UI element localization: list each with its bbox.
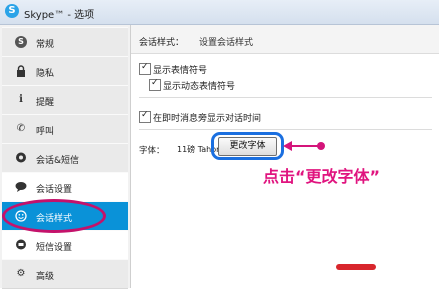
- title-bar: S Skype™ - 选项: [0, 0, 439, 25]
- checkbox-label: 在即时消息旁显示对话时间: [153, 114, 262, 124]
- sidebar-item-advanced[interactable]: ⚙ 高级: [2, 259, 128, 289]
- sms-icon: [15, 239, 27, 251]
- sidebar-item-notifications[interactable]: i 提醒: [2, 85, 128, 115]
- page-subtitle: 设置会话样式: [199, 38, 254, 48]
- arrow-line: [291, 145, 319, 147]
- show-timestamps-checkbox[interactable]: [139, 110, 151, 123]
- page-title: 会话样式：: [139, 38, 185, 48]
- sidebar-item-label: 常规: [36, 40, 55, 50]
- skype-logo-icon: S: [5, 4, 19, 18]
- annotation-text: 点击“更改字体”: [263, 167, 381, 186]
- window-title: Skype™ - 选项: [24, 10, 95, 21]
- skype-icon: S: [15, 36, 27, 48]
- main-panel: 会话样式： 设置会话样式 显示表情符号 显示动态表情符号 在即时消息旁显示对话时…: [131, 25, 439, 288]
- sidebar-item-label: 会话&短信: [36, 156, 80, 166]
- sidebar-item-general[interactable]: S 常规: [2, 27, 128, 57]
- sidebar-item-label: 会话样式: [36, 214, 73, 224]
- sidebar-item-label: 短信设置: [36, 243, 73, 253]
- arrow-tail: [317, 142, 325, 150]
- sidebar-item-sms-settings[interactable]: 短信设置: [2, 230, 128, 260]
- checkbox-label: 显示表情符号: [153, 66, 208, 76]
- sidebar-item-label: 隐私: [36, 69, 55, 79]
- sidebar-item-label: 提醒: [36, 98, 55, 108]
- sidebar: S 常规 隐私 i 提醒 ✆ 呼叫 会话&短信 会话设置 会话样式 短信设置 ⚙…: [0, 25, 131, 289]
- show-emoticons-checkbox[interactable]: [139, 62, 151, 75]
- section-header: 会话样式： 设置会话样式: [131, 25, 439, 54]
- lock-icon: [15, 65, 27, 77]
- sidebar-item-label: 高级: [36, 272, 55, 282]
- info-icon: i: [19, 94, 23, 105]
- sidebar-item-chat-style[interactable]: 会话样式: [2, 201, 128, 231]
- sidebar-item-label: 会话设置: [36, 185, 73, 195]
- chat-icon: [15, 152, 27, 164]
- sidebar-item-privacy[interactable]: 隐私: [2, 56, 128, 86]
- gear-icon: ⚙: [16, 268, 26, 279]
- change-font-button[interactable]: 更改字体: [218, 137, 277, 156]
- font-label: 字体：: [139, 146, 165, 156]
- speech-bubble-icon: [15, 181, 27, 193]
- sidebar-item-chat-settings[interactable]: 会话设置: [2, 172, 128, 202]
- timestamp-options: 在即时消息旁显示对话时间: [139, 105, 432, 130]
- checkbox-label: 显示动态表情符号: [163, 82, 236, 92]
- emoticon-options: 显示表情符号 显示动态表情符号: [139, 61, 432, 98]
- phone-icon: ✆: [16, 123, 26, 134]
- show-animated-checkbox[interactable]: [149, 78, 161, 91]
- smile-icon: [15, 210, 27, 222]
- red-mark: [336, 264, 376, 270]
- sidebar-item-chat-sms[interactable]: 会话&短信: [2, 143, 128, 173]
- sidebar-item-label: 呼叫: [36, 127, 55, 137]
- sidebar-item-calls[interactable]: ✆ 呼叫: [2, 114, 128, 144]
